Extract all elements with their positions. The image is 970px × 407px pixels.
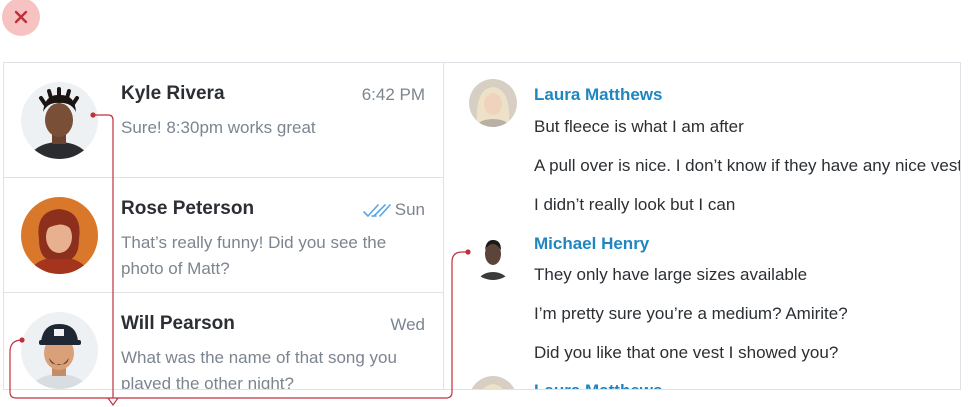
timestamp: Sun: [394, 200, 425, 219]
avatar: [21, 197, 98, 274]
avatar: [469, 376, 517, 389]
message-preview: Sure! 8:30pm works great: [121, 118, 316, 137]
contact-name: Kyle Rivera: [121, 83, 225, 104]
message-text: They only have large sizes available: [534, 265, 808, 284]
avatar: [21, 312, 98, 389]
message-text: Did you like that one vest I showed you?: [534, 343, 839, 362]
sender-name: Laura Matthews: [534, 381, 662, 389]
conversation-list: Kyle Rivera 6:42 PM Sure! 8:30pm works g…: [4, 63, 444, 389]
contact-name: Rose Peterson: [121, 198, 255, 219]
timestamp: 6:42 PM: [361, 85, 425, 104]
avatar: [21, 82, 98, 159]
contact-name: Will Pearson: [121, 313, 235, 334]
avatar: [469, 79, 517, 127]
message-text: I’m pretty sure you’re a medium? Amirite…: [534, 304, 848, 323]
message-preview: What was the name of that song you playe…: [121, 348, 397, 389]
close-button[interactable]: [2, 0, 40, 36]
timestamp: Wed: [390, 315, 425, 334]
conversation-item[interactable]: Rose Peterson Sun That’s really funny! D…: [4, 178, 443, 293]
avatar: [469, 232, 517, 280]
conversation-item[interactable]: Will Pearson Wed What was the name of th…: [4, 293, 443, 389]
message-preview: That’s really funny! Did you see the pho…: [121, 233, 387, 278]
messages-panel: Kyle Rivera 6:42 PM Sure! 8:30pm works g…: [3, 62, 961, 390]
message-text: I didn’t really look but I can: [534, 195, 736, 214]
message-text: A pull over is nice. I don’t know if the…: [534, 156, 960, 175]
double-check-icon: [363, 204, 391, 217]
message-thread: Laura Matthews But fleece is what I am a…: [444, 63, 960, 389]
conversation-item[interactable]: Kyle Rivera 6:42 PM Sure! 8:30pm works g…: [4, 63, 443, 178]
sender-name: Michael Henry: [534, 234, 650, 253]
message-text: But fleece is what I am after: [534, 117, 744, 136]
sender-name: Laura Matthews: [534, 85, 663, 104]
close-icon: [14, 10, 28, 24]
